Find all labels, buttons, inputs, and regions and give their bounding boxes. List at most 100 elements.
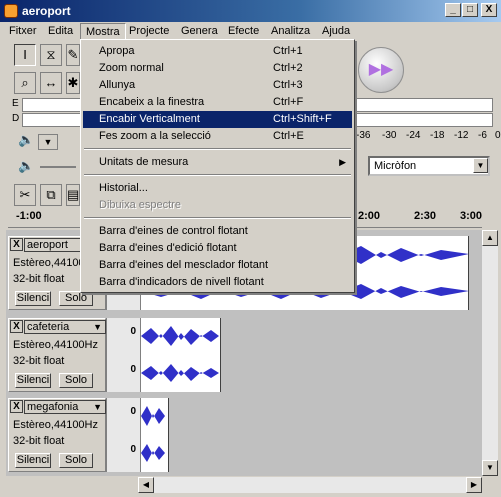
menu-item-control-flotant[interactable]: Barra d'eines de control flotant [83, 223, 352, 240]
meter-right [22, 113, 82, 127]
menu-mostra[interactable]: Mostra [80, 23, 126, 40]
menu-separator [84, 217, 351, 219]
track-bitdepth: 32-bit float [13, 355, 65, 367]
track-bitdepth: 32-bit float [13, 273, 65, 285]
minimize-button[interactable]: _ [445, 3, 461, 17]
menu-ajuda[interactable]: Ajuda [317, 23, 355, 40]
cut-icon[interactable]: ✂ [14, 184, 36, 206]
menu-genera[interactable]: Genera [176, 23, 223, 40]
menu-item-apropa[interactable]: Apropa Ctrl+1 [83, 43, 352, 60]
menu-item-mesclador-flotant[interactable]: Barra d'eines del mesclador flotant [83, 257, 352, 274]
audio-clip[interactable] [141, 318, 221, 392]
menu-analitza[interactable]: Analitza [266, 23, 315, 40]
menu-separator [84, 148, 351, 150]
menu-fitxer[interactable]: Fitxer [4, 23, 42, 40]
menu-item-label: Fes zoom a la selecció [99, 130, 211, 142]
envelope-tool-button[interactable]: ⧖ [40, 44, 62, 66]
scale-label: 0 [130, 326, 136, 337]
input-source-value: Micròfon [374, 160, 417, 172]
menu-item-label: Barra d'eines d'edició flotant [99, 242, 237, 254]
track-name-menu[interactable]: cafeteria ▼ [24, 320, 106, 334]
scale-label: 0 [130, 406, 136, 417]
mute-button[interactable]: Silenci [15, 453, 51, 468]
zoom-tool-button[interactable]: ⌕ [14, 72, 36, 94]
paste-icon[interactable]: ▤ [66, 184, 80, 206]
horizontal-scrollbar[interactable]: ◀ ▶ [138, 477, 482, 493]
close-track-icon[interactable]: X [10, 320, 23, 333]
waveform[interactable] [140, 398, 480, 472]
ruler-tick: 2:00 [358, 210, 381, 222]
track-name-menu[interactable]: megafonia ▼ [24, 400, 106, 414]
maximize-button[interactable]: □ [462, 3, 478, 17]
menu-item-label: Allunya [99, 79, 136, 91]
selection-tool-button[interactable]: I [14, 44, 36, 66]
menu-item-label: Zoom normal [99, 62, 164, 74]
menu-item-indicadors-flotant[interactable]: Barra d'indicadors de nivell flotant [83, 274, 352, 291]
menu-item-historial[interactable]: Historial... [83, 180, 352, 197]
menu-item-encabeix-finestra[interactable]: Encabeix a la finestra Ctrl+F [83, 94, 352, 111]
menu-edita[interactable]: Edita [43, 23, 78, 40]
menu-item-unitats-mesura[interactable]: Unitats de mesura ▶ [83, 154, 352, 171]
scroll-left-icon[interactable]: ◀ [138, 477, 154, 493]
menu-item-shortcut: Ctrl+Shift+F [273, 113, 332, 125]
menu-item-shortcut: Ctrl+3 [273, 79, 303, 91]
waveform-graphic [141, 406, 165, 462]
copy-icon[interactable]: ⧉ [40, 184, 62, 206]
menu-item-edicio-flotant[interactable]: Barra d'eines d'edició flotant [83, 240, 352, 257]
menu-item-zoom-normal[interactable]: Zoom normal Ctrl+2 [83, 60, 352, 77]
input-source-select[interactable]: Micròfon ▼ [368, 156, 490, 176]
track-format: Estèreo,44100Hz [13, 419, 98, 431]
waveform-graphic [141, 326, 219, 382]
ruler-tick: 3:00 [460, 210, 483, 222]
mute-button[interactable]: Silenci [15, 373, 51, 388]
meter-left-right [355, 98, 493, 112]
submenu-arrow-icon: ▶ [339, 157, 346, 167]
skip-end-button[interactable]: ▶▶ [358, 47, 404, 93]
track-cafeteria: X cafeteria ▼ Estèreo,44100Hz 32-bit floa… [6, 316, 482, 394]
meter-tick: -12 [454, 130, 469, 141]
meter-right-right [355, 113, 493, 127]
close-track-icon[interactable]: X [10, 238, 23, 251]
solo-button[interactable]: Solo [59, 291, 93, 306]
track-control-panel: X cafeteria ▼ Estèreo,44100Hz 32-bit floa… [8, 318, 106, 392]
menu-item-label: Unitats de mesura [99, 156, 189, 168]
mute-button[interactable]: Silenci [15, 291, 51, 306]
solo-button[interactable]: Solo [59, 373, 93, 388]
mostra-menu: Apropa Ctrl+1 Zoom normal Ctrl+2 Allunya Ct… [80, 39, 355, 293]
meter-tick: -36 [356, 130, 371, 141]
draw-tool-button[interactable]: ✎ [66, 44, 80, 66]
chevron-down-icon[interactable]: ▼ [473, 158, 488, 173]
menu-projecte[interactable]: Projecte [124, 23, 174, 40]
close-track-icon[interactable]: X [10, 400, 23, 413]
meter-tick: -18 [430, 130, 445, 141]
menu-item-shortcut: Ctrl+F [273, 96, 304, 108]
menu-separator [84, 174, 351, 176]
audio-clip[interactable] [141, 398, 169, 472]
menu-item-label: Barra d'indicadors de nivell flotant [99, 276, 264, 288]
timeshift-tool-button[interactable]: ↔ [40, 72, 62, 94]
track-name: aeroport [27, 239, 68, 251]
menu-item-dibuixa-espectre: Dibuixa espectre [83, 197, 352, 214]
menu-efecte[interactable]: Efecte [223, 23, 264, 40]
output-volume-dropdown[interactable]: ▼ [38, 134, 58, 150]
scale-label: 0 [130, 364, 136, 375]
menu-item-zoom-seleccio[interactable]: Fes zoom a la selecció Ctrl+E [83, 128, 352, 145]
multi-tool-button[interactable]: ✱ [66, 72, 80, 94]
vertical-scale: 0 0 [106, 398, 140, 472]
menu-item-allunya[interactable]: Allunya Ctrl+3 [83, 77, 352, 94]
meter-left-label: E [12, 98, 19, 109]
menu-item-label: Barra d'eines del mesclador flotant [99, 259, 269, 271]
meter-tick: -6 [478, 130, 487, 141]
vertical-scrollbar[interactable]: ▲ ▼ [482, 230, 498, 476]
scroll-up-icon[interactable]: ▲ [482, 230, 498, 246]
scroll-right-icon[interactable]: ▶ [466, 477, 482, 493]
close-button[interactable]: X [481, 3, 497, 17]
volume-slider[interactable] [40, 166, 76, 168]
scroll-down-icon[interactable]: ▼ [482, 460, 498, 476]
menu-item-label: Historial... [99, 182, 148, 194]
solo-button[interactable]: Solo [59, 453, 93, 468]
chevron-down-icon: ▼ [93, 322, 102, 332]
waveform[interactable] [140, 318, 480, 392]
menu-item-encabir-verticalment[interactable]: Encabir Verticalment Ctrl+Shift+F [83, 111, 352, 128]
window-title: aeroport [22, 4, 71, 18]
